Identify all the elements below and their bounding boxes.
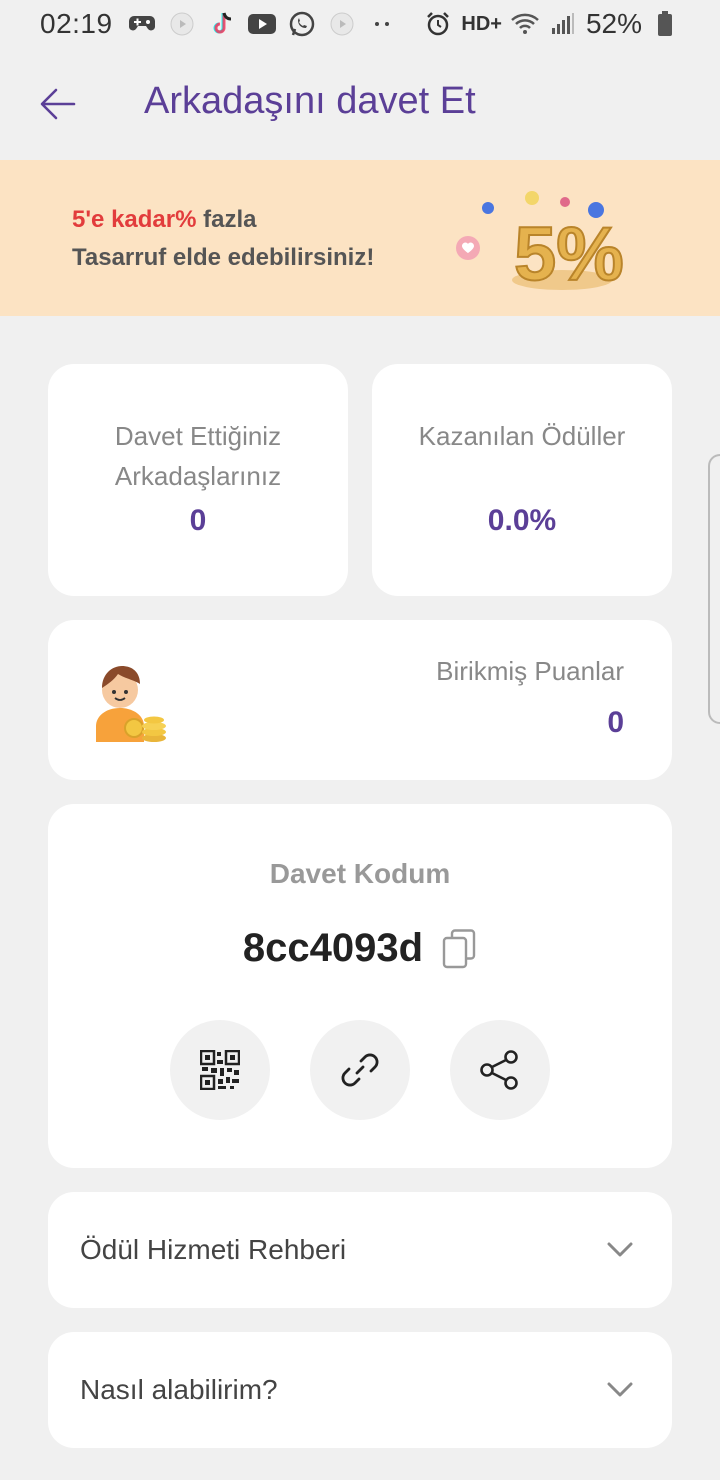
page-title: Arkadaşını davet Et	[144, 80, 476, 122]
chevron-down-icon	[600, 1370, 640, 1410]
system-icons: HD+ 52%	[423, 8, 680, 40]
battery-percent: 52%	[585, 8, 642, 39]
invite-code-value: 8cc4093d	[242, 926, 424, 970]
status-bar: 02:19 HD+ 52%	[0, 0, 720, 48]
share-actions	[48, 1020, 672, 1120]
promo-banner: 5'e kadar% fazla Tasarruf elde edebilirs…	[0, 160, 720, 316]
copy-link-button[interactable]	[310, 1020, 410, 1120]
earned-rewards-value: 0.0%	[487, 504, 557, 537]
reward-service-guide-accordion[interactable]: Ödül Hizmeti Rehberi	[48, 1192, 672, 1308]
share-button[interactable]	[450, 1020, 550, 1120]
avatar-with-coins-icon	[96, 666, 166, 742]
points-value: 0	[607, 706, 624, 739]
accordion-label: Ödül Hizmeti Rehberi	[80, 1234, 347, 1265]
five-percent-illustration: 5%	[456, 191, 625, 298]
notification-icons	[127, 9, 397, 39]
earned-rewards-label: Kazanılan Ödüller	[418, 421, 626, 451]
banner-line1-rest: fazla	[196, 206, 257, 233]
banner-subtitle: Tasarruf elde edebilirsiniz!	[72, 244, 375, 271]
wifi-icon	[510, 9, 540, 39]
invite-code-row: 8cc4093d	[48, 926, 672, 971]
how-to-get-accordion[interactable]: Nasıl alabilirim?	[48, 1332, 672, 1448]
copy-icon	[442, 928, 476, 968]
whatsapp-icon	[287, 9, 317, 39]
back-arrow-icon	[40, 88, 76, 120]
share-icon	[480, 1050, 518, 1090]
status-time: 02:19	[40, 8, 113, 39]
tiktok-icon	[207, 9, 237, 39]
invited-friends-card: Davet Ettiğiniz Arkadaşlarınız 0	[48, 364, 348, 596]
more-notifications-icon	[367, 9, 397, 39]
battery-icon	[650, 9, 680, 39]
accordion-label: Nasıl alabilirim?	[80, 1374, 278, 1405]
youtube-icon	[247, 9, 277, 39]
invited-friends-value: 0	[189, 504, 207, 537]
qr-code-button[interactable]	[170, 1020, 270, 1120]
game-controller-icon	[127, 9, 157, 39]
copy-code-button[interactable]	[441, 928, 477, 970]
banner-highlight: 5'e kadar%	[72, 206, 197, 233]
youtube-small-icon	[167, 9, 197, 39]
alarm-icon	[423, 9, 453, 39]
invite-code-card: Davet Kodum 8cc4093d	[48, 804, 672, 1168]
youtube-small-icon-2	[327, 9, 357, 39]
link-icon	[341, 1053, 379, 1087]
accumulated-points-card: Birikmiş Puanlar 0	[48, 620, 672, 780]
back-button[interactable]	[36, 82, 80, 126]
network-type: HD+	[461, 12, 502, 35]
banner-headline: 5'e kadar% fazla	[72, 206, 256, 234]
app-header: Arkadaşını davet Et	[0, 60, 720, 150]
qr-code-icon	[200, 1050, 240, 1090]
points-label: Birikmiş Puanlar	[436, 656, 624, 686]
earned-rewards-card: Kazanılan Ödüller 0.0%	[372, 364, 672, 596]
signal-icon	[548, 9, 578, 39]
edge-panel-handle[interactable]	[708, 454, 720, 724]
invite-code-label: Davet Kodum	[269, 858, 451, 889]
banner-art-text: 5%	[514, 212, 624, 297]
invited-friends-label: Davet Ettiğiniz Arkadaşlarınız	[114, 421, 282, 491]
chevron-down-icon	[600, 1230, 640, 1270]
